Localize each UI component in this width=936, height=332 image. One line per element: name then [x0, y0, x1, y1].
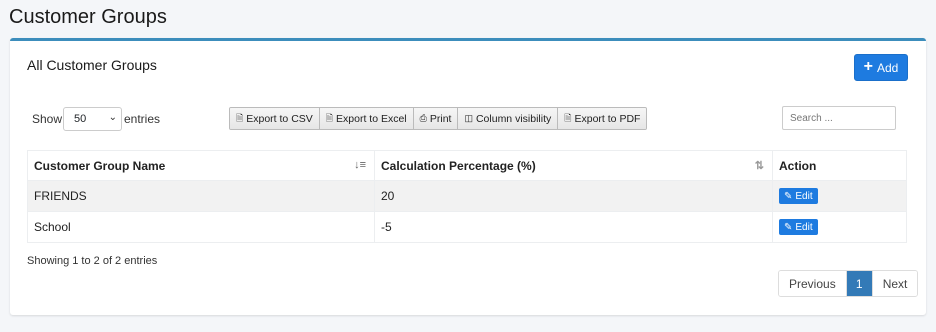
add-button[interactable]: + Add [854, 54, 908, 81]
action-cell: ✎ Edit [772, 180, 907, 212]
file-icon: 🗎 [236, 112, 244, 123]
table-row: School -5 ✎ Edit [27, 211, 907, 243]
chevron-down-icon: ⌄ [108, 112, 117, 123]
table-info: Showing 1 to 2 of 2 entries [27, 255, 158, 267]
action-cell: ✎ Edit [772, 211, 907, 243]
file-pdf-icon: 🗎 [564, 112, 572, 123]
export-excel-button[interactable]: 🗎 Export to Excel [319, 108, 414, 129]
print-icon: ⎙ [419, 113, 427, 123]
page-length-select[interactable]: 50 ⌄ [63, 107, 122, 131]
edit-button-label: Edit [795, 190, 813, 202]
show-label: Show [32, 112, 63, 126]
entries-label: entries [124, 112, 161, 126]
column-header-name-label: Customer Group Name [34, 158, 166, 173]
percentage-cell: -5 [374, 211, 773, 243]
column-header-percentage-label: Calculation Percentage (%) [381, 158, 536, 173]
sort-icon: ⇅ [754, 160, 764, 172]
column-header-name[interactable]: Customer Group Name ↓≡ [27, 150, 375, 181]
card-title: All Customer Groups [27, 57, 157, 73]
percentage-cell: 20 [374, 180, 773, 212]
column-header-percentage[interactable]: Calculation Percentage (%) ⇅ [374, 150, 773, 181]
file-excel-icon: 🗎 [325, 112, 334, 123]
next-page-button[interactable]: Next [872, 271, 918, 296]
group-name-cell: School [27, 211, 375, 243]
page-1-button[interactable]: 1 [846, 271, 873, 296]
export-pdf-button[interactable]: 🗎 Export to PDF [558, 108, 647, 129]
table-row: FRIENDS 20 ✎ Edit [27, 180, 907, 212]
search-input[interactable] [782, 106, 896, 130]
edit-button-label: Edit [795, 221, 813, 233]
edit-button[interactable]: ✎ Edit [779, 219, 818, 236]
previous-page-button[interactable]: Previous [779, 271, 847, 296]
export-csv-label: Export to CSV [246, 112, 313, 125]
pagination: Previous 1 Next [778, 270, 919, 297]
edit-icon: ✎ [784, 221, 793, 233]
plus-icon: + [863, 57, 873, 75]
column-header-action: Action [772, 150, 907, 181]
customer-groups-table: Customer Group Name ↓≡ Calculation Percen… [27, 150, 907, 243]
edit-button[interactable]: ✎ Edit [779, 188, 818, 205]
table-header-row: Customer Group Name ↓≡ Calculation Percen… [27, 150, 907, 181]
column-header-action-label: Action [779, 158, 817, 173]
print-button[interactable]: ⎙ Print [413, 108, 459, 129]
export-button-group: 🗎 Export to CSV 🗎 Export to Excel ⎙ Print ◫… [229, 107, 648, 130]
columns-icon: ◫ [464, 113, 473, 123]
export-csv-button[interactable]: 🗎 Export to CSV [230, 108, 320, 129]
page-title: Customer Groups [9, 6, 167, 28]
column-visibility-label: Column visibility [475, 112, 552, 125]
export-excel-label: Export to Excel [336, 112, 407, 125]
group-name-cell: FRIENDS [27, 180, 375, 212]
edit-icon: ✎ [784, 190, 793, 202]
sort-ascending-icon: ↓≡ [354, 159, 366, 171]
customer-groups-card: All Customer Groups + Add Show 50 ⌄ entr… [10, 38, 926, 315]
column-visibility-button[interactable]: ◫ Column visibility [458, 108, 559, 129]
add-button-label: Add [876, 60, 899, 75]
print-label: Print [429, 112, 452, 125]
page-length-value: 50 [74, 113, 87, 125]
export-pdf-label: Export to PDF [574, 112, 641, 125]
